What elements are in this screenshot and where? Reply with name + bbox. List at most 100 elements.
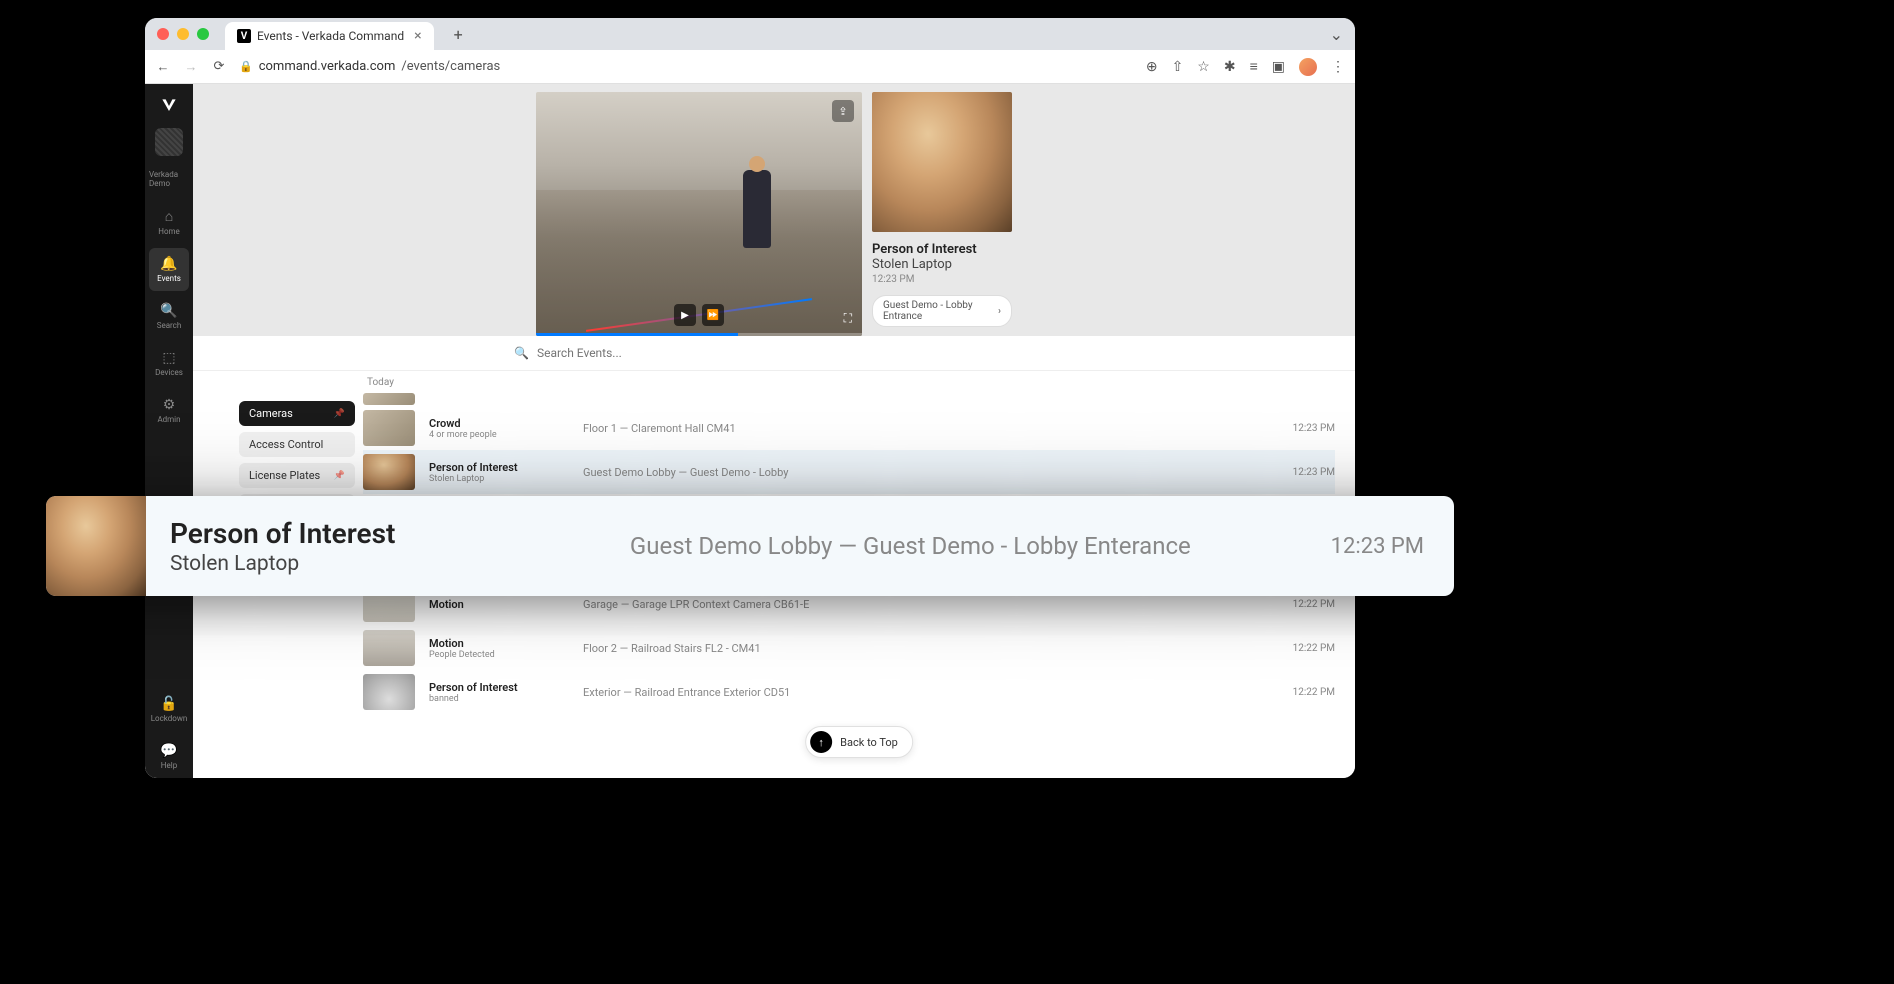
event-subtitle: People Detected	[429, 650, 569, 660]
org-switcher[interactable]	[155, 128, 183, 156]
search-input[interactable]: 🔍	[514, 346, 1034, 360]
window-maximize[interactable]	[197, 28, 209, 40]
filter-label: Access Control	[249, 438, 323, 451]
brand-logo[interactable]	[159, 96, 179, 116]
video-progress[interactable]	[536, 333, 862, 336]
filter-cameras[interactable]: Cameras 📌	[239, 401, 355, 426]
poi-name: Stolen Laptop	[872, 257, 1012, 272]
filter-label: Cameras	[249, 407, 293, 420]
browser-window: V Events - Verkada Command × + ⌄ ← → ⟳ 🔒…	[145, 18, 1355, 778]
chat-icon: 💬	[160, 743, 177, 759]
camera-chip-label: Guest Demo - Lobby Entrance	[883, 300, 992, 322]
nav-forward-icon[interactable]: →	[183, 59, 199, 75]
notification-info: Person of Interest Stolen Laptop	[170, 517, 490, 576]
tab-add-icon[interactable]: +	[454, 25, 463, 44]
sidebar-item-devices[interactable]: ⬚ Devices	[149, 342, 189, 385]
event-row[interactable]: Crowd 4 or more people Floor 1 — Claremo…	[363, 406, 1335, 450]
window-close[interactable]	[157, 28, 169, 40]
pin-icon[interactable]: 📌	[334, 409, 345, 419]
sidebar-item-admin[interactable]: ⚙ Admin	[149, 389, 189, 432]
video-controls: ▶ ⏩	[674, 304, 724, 326]
event-info: Person of Interest banned	[429, 681, 569, 704]
event-thumbnail	[363, 674, 415, 710]
bell-icon: 🔔	[160, 256, 177, 272]
gear-icon: ⚙	[163, 397, 176, 413]
hero-panel: ⇪ ▶ ⏩ ⛶ Person of Interest Stolen Laptop…	[193, 84, 1355, 336]
sidebar-item-help[interactable]: 💬 Help	[149, 735, 189, 778]
nav-back-icon[interactable]: ←	[155, 59, 171, 75]
app-content: Verkada Demo ⌂ Home 🔔 Events 🔍 Search ⬚ …	[145, 84, 1355, 778]
event-row[interactable]	[363, 392, 1335, 406]
video-share-icon[interactable]: ⇪	[832, 100, 854, 122]
tab-favicon: V	[237, 29, 251, 43]
poi-face-thumbnail[interactable]	[872, 92, 1012, 232]
url-field[interactable]: 🔒 command.verkada.com/events/cameras	[239, 59, 1134, 74]
profile-avatar[interactable]	[1299, 58, 1317, 76]
event-info: Crowd 4 or more people	[429, 417, 569, 440]
browser-tab-bar: V Events - Verkada Command × + ⌄	[145, 18, 1355, 50]
sidebar-item-label: Admin	[157, 415, 180, 424]
tab-title: Events - Verkada Command	[257, 29, 404, 43]
extensions-icon[interactable]: ✱	[1224, 59, 1236, 75]
event-subtitle: 4 or more people	[429, 430, 569, 440]
event-subtitle: banned	[429, 694, 569, 704]
window-minimize[interactable]	[177, 28, 189, 40]
poi-title: Person of Interest	[872, 242, 1012, 257]
tab-dropdown-icon[interactable]: ⌄	[1330, 25, 1343, 44]
fullscreen-icon[interactable]: ⛶	[844, 311, 852, 326]
notification-card[interactable]: Person of Interest Stolen Laptop Guest D…	[46, 496, 1454, 596]
filter-license-plates[interactable]: License Plates 📌	[239, 463, 355, 488]
sidebar-item-label: Help	[161, 761, 177, 770]
menu-icon[interactable]: ⋮	[1331, 59, 1345, 75]
event-title: Person of Interest	[429, 681, 569, 694]
event-row[interactable]: Person of Interest Stolen Laptop Guest D…	[363, 450, 1335, 494]
event-title: Crowd	[429, 417, 569, 430]
filter-access-control[interactable]: Access Control	[239, 432, 355, 457]
share-icon[interactable]: ⇧	[1172, 59, 1184, 75]
sidebar-item-label: Lockdown	[151, 714, 188, 723]
window-controls	[157, 28, 209, 40]
zoom-icon[interactable]: ⊕	[1146, 59, 1158, 75]
video-player[interactable]: ⇪ ▶ ⏩ ⛶	[536, 92, 862, 336]
notification-title: Person of Interest	[170, 517, 490, 550]
org-label: Verkada Demo	[149, 162, 189, 196]
poi-timestamp: 12:23 PM	[872, 274, 1012, 285]
event-time: 12:22 PM	[1285, 599, 1335, 610]
url-path: /events/cameras	[401, 59, 500, 74]
search-field[interactable]	[537, 346, 1034, 360]
event-location: Garage — Garage LPR Context Camera CB61-…	[583, 598, 1271, 611]
sidebar-item-search[interactable]: 🔍 Search	[149, 295, 189, 338]
sidebar-item-label: Events	[157, 274, 181, 283]
sidebar-item-home[interactable]: ⌂ Home	[149, 200, 189, 244]
event-location: Floor 1 — Claremont Hall CM41	[583, 422, 1271, 435]
play-icon[interactable]: ▶	[674, 304, 696, 326]
tab-close-icon[interactable]: ×	[414, 28, 421, 44]
event-time: 12:23 PM	[1285, 467, 1335, 478]
home-icon: ⌂	[165, 208, 173, 225]
search-row: 🔍	[193, 336, 1355, 371]
sidebar-item-events[interactable]: 🔔 Events	[149, 248, 189, 291]
event-title: Motion	[429, 637, 569, 650]
event-row[interactable]: Motion People Detected Floor 2 — Railroa…	[363, 626, 1335, 670]
sidebar-item-lockdown[interactable]: 🔓 Lockdown	[149, 688, 189, 731]
skip-icon[interactable]: ⏩	[702, 304, 724, 326]
reading-list-icon[interactable]: ≡	[1250, 58, 1258, 75]
event-info: Motion People Detected	[429, 637, 569, 660]
sidebar-item-label: Devices	[155, 368, 183, 377]
nav-reload-icon[interactable]: ⟳	[211, 59, 227, 74]
url-domain: command.verkada.com	[259, 59, 396, 74]
browser-tab[interactable]: V Events - Verkada Command ×	[225, 22, 434, 50]
back-to-top-button[interactable]: ↑ Back to Top	[805, 726, 913, 758]
devices-icon: ⬚	[162, 350, 175, 366]
camera-chip[interactable]: Guest Demo - Lobby Entrance ›	[872, 295, 1012, 327]
panel-icon[interactable]: ▣	[1272, 59, 1285, 75]
event-location: Floor 2 — Railroad Stairs FL2 - CM41	[583, 642, 1271, 655]
pin-icon[interactable]: 📌	[334, 471, 345, 481]
event-row[interactable]: Person of Interest banned Exterior — Rai…	[363, 670, 1335, 714]
event-thumbnail	[363, 410, 415, 446]
event-time: 12:23 PM	[1285, 423, 1335, 434]
back-to-top-label: Back to Top	[840, 736, 898, 749]
main-content: ⇪ ▶ ⏩ ⛶ Person of Interest Stolen Laptop…	[193, 84, 1355, 778]
star-icon[interactable]: ☆	[1197, 59, 1210, 75]
event-time: 12:22 PM	[1285, 687, 1335, 698]
